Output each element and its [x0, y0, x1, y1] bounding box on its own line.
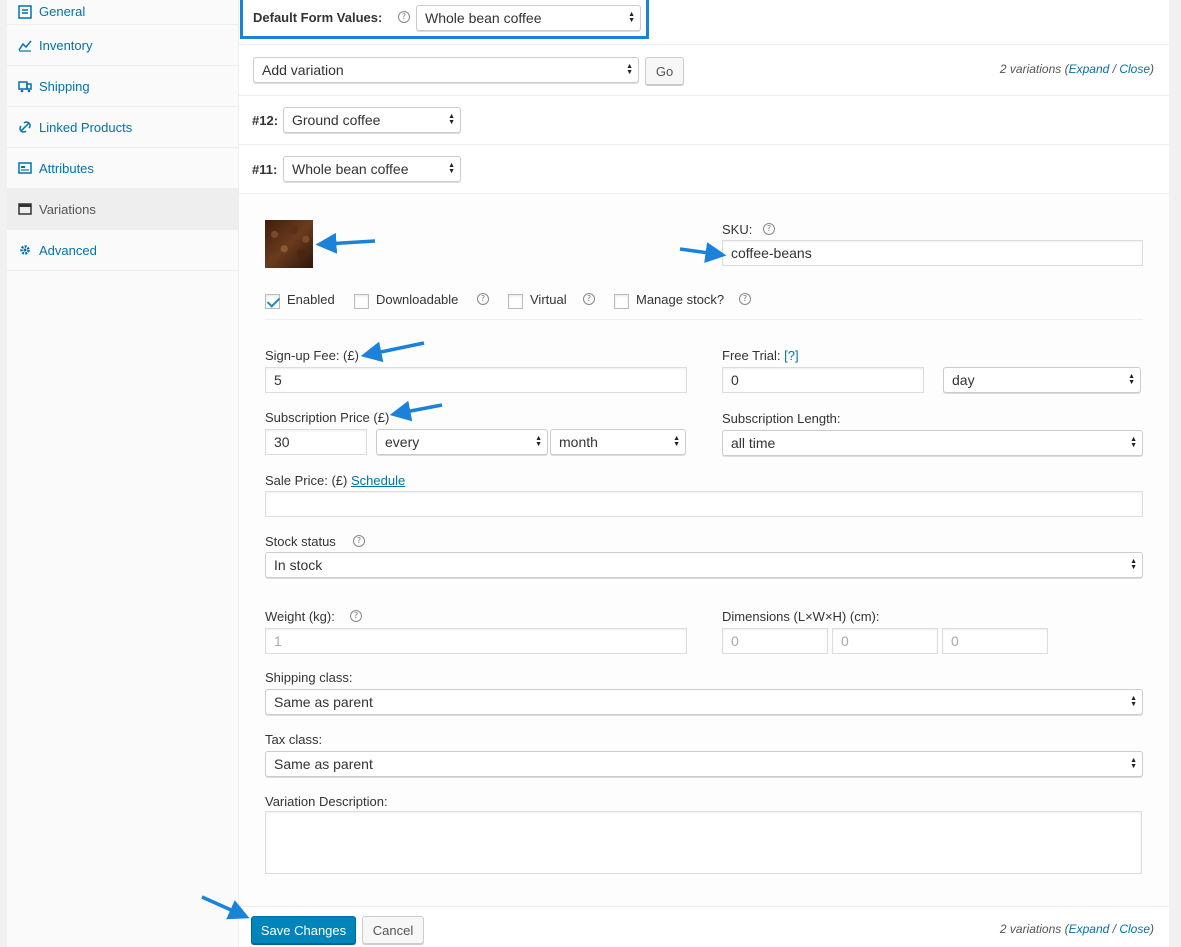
arrow-to-subscription-price	[389, 400, 443, 422]
arrow-to-thumbnail	[315, 232, 376, 254]
arrow-to-sku	[679, 242, 727, 263]
arrow-to-signup-fee	[360, 341, 425, 363]
arrow-to-save-button	[201, 895, 250, 920]
annotation-arrows	[201, 232, 727, 920]
